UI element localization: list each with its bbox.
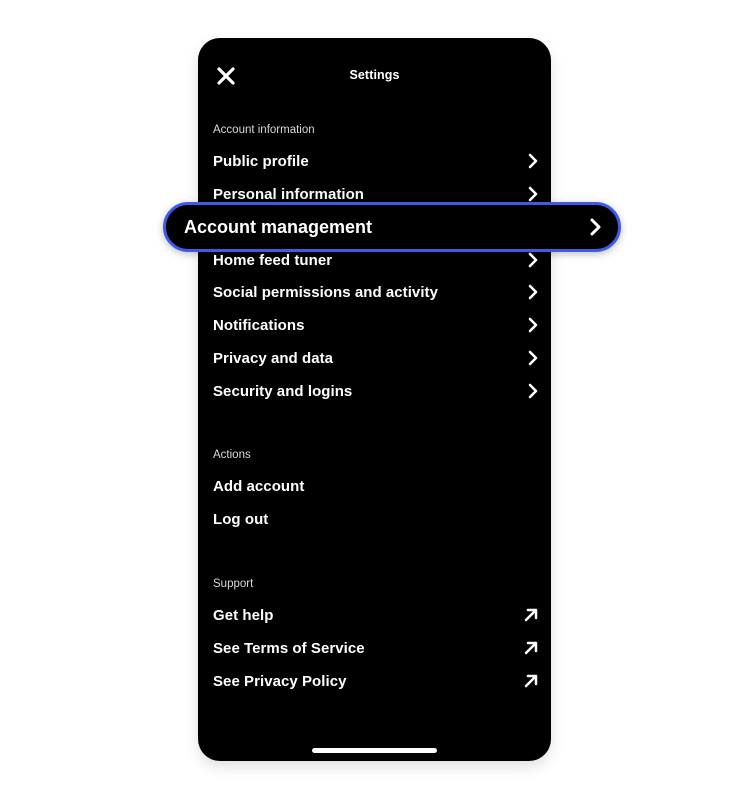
section-header-account-information: Account information [213,124,315,136]
menu-item-account-management[interactable]: Account management [163,202,621,252]
chevron-right-icon [528,284,538,300]
external-link-arrow-icon [524,674,538,688]
menu-item-privacy-and-data[interactable]: Privacy and data [213,345,539,371]
page-title: Settings [349,68,400,82]
chevron-right-icon [528,383,538,399]
menu-item-label: Account management [184,216,373,237]
menu-item-label: Log out [213,510,269,528]
menu-item-public-profile[interactable]: Public profile [213,148,539,174]
external-link-arrow-icon [524,641,538,655]
menu-item-privacy-policy[interactable]: See Privacy Policy [213,668,539,694]
external-link-arrow-icon [524,608,538,622]
menu-item-label: Notifications [213,316,305,334]
menu-item-social-permissions[interactable]: Social permissions and activity [213,279,539,305]
chevron-right-icon [528,350,538,366]
menu-item-get-help[interactable]: Get help [213,602,539,628]
menu-item-label: Public profile [213,152,309,170]
menu-item-label: See Terms of Service [213,639,365,657]
chevron-right-icon [528,153,538,169]
menu-item-label: Security and logins [213,382,353,400]
home-indicator[interactable] [312,748,437,753]
menu-item-label: Personal information [213,185,365,203]
menu-item-security-and-logins[interactable]: Security and logins [213,378,539,404]
menu-item-label: Social permissions and activity [213,283,438,301]
chevron-right-icon [590,218,601,236]
menu-item-label: Get help [213,606,274,624]
menu-item-log-out[interactable]: Log out [213,506,539,532]
menu-item-terms-of-service[interactable]: See Terms of Service [213,635,539,661]
menu-item-label: Privacy and data [213,349,334,367]
menu-item-add-account[interactable]: Add account [213,473,539,499]
chevron-right-icon [528,252,538,268]
menu-item-label: See Privacy Policy [213,672,347,690]
section-header-support: Support [213,578,254,590]
menu-item-label: Home feed tuner [213,251,333,269]
menu-item-notifications[interactable]: Notifications [213,312,539,338]
menu-item-home-feed-tuner[interactable]: Home feed tuner [213,247,539,273]
chevron-right-icon [528,317,538,333]
section-header-actions: Actions [213,449,251,461]
chevron-right-icon [528,186,538,202]
menu-item-label: Add account [213,477,305,495]
